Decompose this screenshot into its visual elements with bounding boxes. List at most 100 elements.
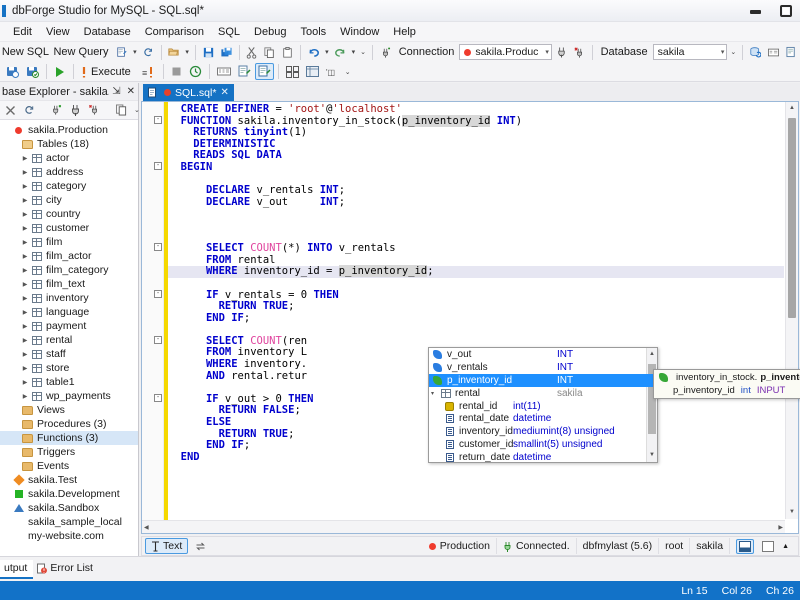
undo-icon[interactable] (305, 44, 322, 61)
minimize-icon[interactable] (749, 4, 762, 17)
database-overflow-icon[interactable]: ⌄ (728, 48, 738, 56)
expand-arrow-icon[interactable]: ▶ (20, 351, 30, 358)
save-script-as-icon[interactable] (23, 63, 42, 80)
tree-item[interactable]: sakila.Sandbox (0, 501, 138, 515)
menu-help[interactable]: Help (386, 24, 423, 40)
undo-dropdown-icon[interactable]: ▾ (323, 48, 331, 56)
maximize-icon[interactable] (780, 5, 792, 17)
tree-item[interactable]: ▶table1 (0, 375, 138, 389)
tree-item[interactable]: ▶staff (0, 347, 138, 361)
tree-item[interactable]: sakila.Production (0, 123, 138, 137)
status-layout-alt-button[interactable] (760, 538, 780, 554)
tree-item[interactable]: Views (0, 403, 138, 417)
open-folder-dropdown-icon[interactable]: ▾ (183, 48, 191, 56)
tree-item[interactable]: ▶customer (0, 221, 138, 235)
expand-arrow-icon[interactable]: ▶ (20, 295, 30, 302)
sql-code-text[interactable]: CREATE DEFINER = 'root'@'localhost' FUNC… (168, 104, 784, 533)
paste-icon[interactable] (279, 44, 296, 61)
tree-item[interactable]: ▶store (0, 361, 138, 375)
fold-toggle-icon[interactable]: - (154, 336, 162, 344)
refresh-database-icon[interactable] (747, 44, 764, 61)
expand-arrow-icon[interactable]: ▶ (20, 197, 30, 204)
expand-arrow-icon[interactable]: ▾ (431, 390, 439, 397)
expand-arrow-icon[interactable]: ▶ (20, 253, 30, 260)
expand-arrow-icon[interactable]: ▶ (20, 267, 30, 274)
tree-item[interactable]: ▶country (0, 207, 138, 221)
format-sql-icon[interactable] (235, 63, 254, 80)
code-completion-icon[interactable] (255, 63, 274, 80)
fold-toggle-icon[interactable]: - (154, 394, 162, 402)
toolbar2-overflow-icon[interactable]: ⌄ (343, 68, 353, 76)
scroll-up-icon[interactable]: ▲ (786, 102, 798, 115)
editor-vertical-scrollbar[interactable]: ▲ ▼ (785, 102, 798, 519)
menu-sql[interactable]: SQL (211, 24, 247, 40)
save-all-icon[interactable] (218, 44, 235, 61)
tree-item[interactable]: ▶city (0, 193, 138, 207)
query-profiler-icon[interactable] (186, 63, 205, 80)
expand-arrow-icon[interactable]: ▶ (20, 337, 30, 344)
tree-item[interactable]: ▶actor (0, 151, 138, 165)
menu-tools[interactable]: Tools (293, 24, 333, 40)
save-script-icon[interactable] (3, 63, 22, 80)
pin-icon[interactable]: ⇲ (109, 86, 123, 97)
document-outline-icon[interactable] (783, 44, 800, 61)
tree-item[interactable]: ▶rental (0, 333, 138, 347)
expand-arrow-icon[interactable]: ▶ (20, 211, 30, 218)
new-query-button[interactable]: New Query (50, 44, 112, 61)
menu-window[interactable]: Window (333, 24, 386, 40)
expand-arrow-icon[interactable]: ▶ (20, 309, 30, 316)
redo-icon[interactable] (332, 44, 349, 61)
tree-item[interactable]: ▶film (0, 235, 138, 249)
database-select[interactable]: sakila ▾ (653, 44, 728, 60)
editor-horizontal-scrollbar[interactable]: ◀ ▶ (142, 520, 785, 533)
vertical-scroll-thumb[interactable] (788, 118, 796, 318)
sql-history-icon[interactable] (765, 44, 782, 61)
bottom-tab[interactable]: Error List (33, 560, 99, 577)
scroll-left-icon[interactable]: ◀ (144, 524, 149, 531)
connect-icon[interactable] (553, 44, 570, 61)
run-icon[interactable] (51, 63, 69, 80)
autocomplete-item[interactable]: customer_idsmallint(5) unsigned (429, 438, 657, 451)
disconnect-icon[interactable] (571, 44, 588, 61)
tab-sql-sql[interactable]: SQL.sql* ✕ (143, 84, 234, 101)
new-connection-icon[interactable] (377, 44, 394, 61)
compare-icon[interactable] (283, 63, 302, 80)
expand-arrow-icon[interactable]: ▶ (20, 365, 30, 372)
new-sql-button[interactable]: New SQL (2, 44, 49, 61)
fold-toggle-icon[interactable]: - (154, 116, 162, 124)
open-document-icon[interactable] (113, 44, 130, 61)
reload-icon[interactable] (140, 44, 157, 61)
autocomplete-item[interactable]: v_rentalsINT (429, 361, 657, 374)
delete-icon[interactable] (2, 102, 19, 119)
fold-toggle-icon[interactable]: - (154, 243, 162, 251)
status-layout-button[interactable] (730, 538, 760, 554)
autocomplete-item[interactable]: p_inventory_idINT (429, 374, 657, 387)
menu-view[interactable]: View (39, 24, 77, 40)
connection-select[interactable]: sakila.Production ▾ (459, 44, 551, 60)
tree-item[interactable]: Procedures (3) (0, 417, 138, 431)
close-icon[interactable]: ✕ (124, 86, 138, 97)
execute-to-file-icon[interactable]: ≡ (139, 63, 159, 80)
tree-item[interactable]: ▶film_category (0, 263, 138, 277)
open-document-dropdown-icon[interactable]: ▾ (131, 48, 139, 56)
tree-item[interactable]: ▶language (0, 305, 138, 319)
refresh-view-icon[interactable] (192, 538, 209, 555)
bottom-tab[interactable]: utput (0, 560, 33, 579)
disconnect-icon[interactable] (86, 102, 103, 119)
autocomplete-item[interactable]: ▾rentalsakila (429, 387, 657, 400)
tree-item[interactable]: sakila.Development (0, 487, 138, 501)
execute-button[interactable]: Execute (78, 63, 138, 80)
snippet-icon[interactable]: '◫ (323, 63, 342, 80)
save-icon[interactable] (200, 44, 217, 61)
autocomplete-item[interactable]: v_outINT (429, 348, 657, 361)
tree-item[interactable]: sakila.Test (0, 473, 138, 487)
tree-item[interactable]: Triggers (0, 445, 138, 459)
connect-icon[interactable] (67, 102, 84, 119)
fold-toggle-icon[interactable]: - (154, 290, 162, 298)
expand-arrow-icon[interactable]: ▶ (20, 225, 30, 232)
menu-database[interactable]: Database (77, 24, 138, 40)
tree-item[interactable]: Functions (3) (0, 431, 138, 445)
tree-item[interactable]: ▶film_text (0, 277, 138, 291)
autocomplete-item[interactable]: return_datedatetime (429, 451, 657, 463)
expand-arrow-icon[interactable]: ▶ (20, 183, 30, 190)
